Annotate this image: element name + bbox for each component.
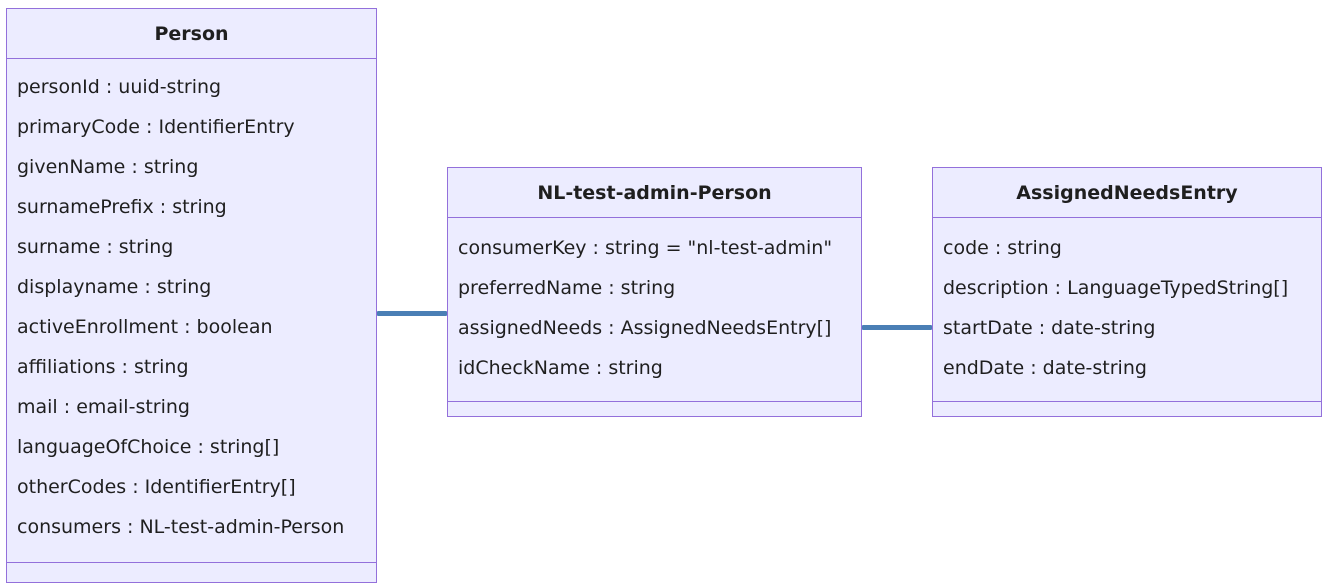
attribute: mail : email-string bbox=[17, 396, 190, 418]
association-line-person-nl bbox=[377, 311, 447, 316]
method-list bbox=[448, 402, 861, 418]
attribute: startDate : date-string bbox=[943, 317, 1156, 339]
method-list bbox=[7, 563, 376, 579]
attribute: endDate : date-string bbox=[943, 357, 1147, 379]
attribute: assignedNeeds : AssignedNeedsEntry[] bbox=[458, 317, 832, 339]
class-title: NL-test-admin-Person bbox=[448, 168, 861, 218]
attribute: activeEnrollment : boolean bbox=[17, 316, 273, 338]
class-assigned-needs-entry[interactable]: AssignedNeedsEntry code : string descrip… bbox=[932, 167, 1322, 417]
attribute: givenName : string bbox=[17, 156, 199, 178]
attribute-list: code : string description : LanguageType… bbox=[933, 218, 1321, 402]
attribute: languageOfChoice : string[] bbox=[17, 436, 280, 458]
attribute: displayname : string bbox=[17, 276, 212, 298]
attribute: otherCodes : IdentifierEntry[] bbox=[17, 476, 296, 498]
attribute: preferredName : string bbox=[458, 277, 676, 299]
attribute: affiliations : string bbox=[17, 356, 189, 378]
attribute: idCheckName : string bbox=[458, 357, 663, 379]
class-nl-test-admin-person[interactable]: NL-test-admin-Person consumerKey : strin… bbox=[447, 167, 862, 417]
attribute: surname : string bbox=[17, 236, 174, 258]
class-person[interactable]: Person personId : uuid-string primaryCod… bbox=[6, 8, 377, 583]
attribute-list: personId : uuid-string primaryCode : Ide… bbox=[7, 59, 376, 563]
attribute-list: consumerKey : string = "nl-test-admin" p… bbox=[448, 218, 861, 402]
attribute: consumers : NL-test-admin-Person bbox=[17, 516, 345, 538]
method-list bbox=[933, 402, 1321, 418]
attribute: description : LanguageTypedString[] bbox=[943, 277, 1289, 299]
attribute: consumerKey : string = "nl-test-admin" bbox=[458, 237, 833, 259]
attribute: surnamePrefix : string bbox=[17, 196, 227, 218]
class-title: Person bbox=[7, 9, 376, 59]
class-title: AssignedNeedsEntry bbox=[933, 168, 1321, 218]
attribute: primaryCode : IdentifierEntry bbox=[17, 116, 295, 138]
association-line-nl-assignedneeds bbox=[862, 325, 932, 330]
attribute: code : string bbox=[943, 237, 1062, 259]
attribute: personId : uuid-string bbox=[17, 76, 222, 98]
